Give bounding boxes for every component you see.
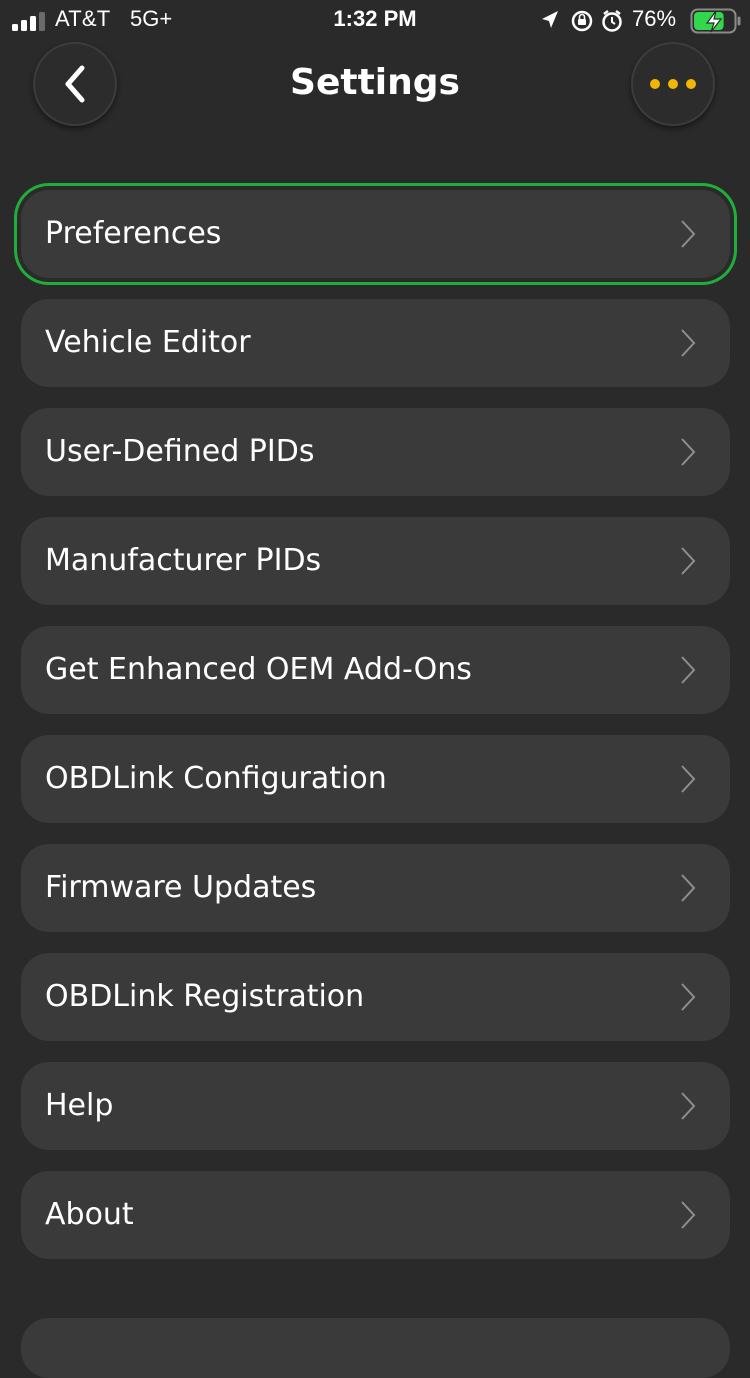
menu-item-firmware-updates[interactable]: Firmware Updates (21, 844, 730, 932)
chevron-right-icon (681, 220, 696, 248)
menu-item-label: OBDLink Registration (45, 979, 365, 1014)
orientation-lock-icon (571, 10, 593, 32)
chevron-right-icon (681, 656, 696, 684)
chevron-right-icon (681, 1201, 696, 1229)
menu-item-about[interactable]: About (21, 1171, 730, 1259)
chevron-right-icon (681, 765, 696, 793)
chevron-right-icon (681, 438, 696, 466)
more-options-button[interactable] (631, 42, 715, 126)
menu-item-obdlink-configuration[interactable]: OBDLink Configuration (21, 735, 730, 823)
status-icons (542, 10, 622, 32)
menu-item-partial[interactable] (21, 1318, 730, 1378)
menu-item-manufacturer-pids[interactable]: Manufacturer PIDs (21, 517, 730, 605)
menu-item-label: Vehicle Editor (45, 325, 251, 360)
chevron-right-icon (681, 547, 696, 575)
chevron-right-icon (681, 983, 696, 1011)
location-icon (542, 11, 558, 28)
menu-item-preferences[interactable]: Preferences (21, 190, 730, 278)
page-title: Settings (290, 62, 460, 103)
menu-item-label: About (45, 1197, 134, 1232)
menu-item-label: User-Defined PIDs (45, 434, 315, 469)
menu-item-enhanced-oem-add-ons[interactable]: Get Enhanced OEM Add-Ons (21, 626, 730, 714)
menu-item-user-defined-pids[interactable]: User-Defined PIDs (21, 408, 730, 496)
menu-item-help[interactable]: Help (21, 1062, 730, 1150)
chevron-right-icon (681, 874, 696, 902)
ellipsis-icon (650, 79, 696, 89)
alarm-icon (602, 10, 622, 32)
battery-charging-icon (690, 8, 741, 34)
menu-item-label: Get Enhanced OEM Add-Ons (45, 652, 472, 687)
menu-item-obdlink-registration[interactable]: OBDLink Registration (21, 953, 730, 1041)
menu-item-vehicle-editor[interactable]: Vehicle Editor (21, 299, 730, 387)
menu-item-label: Manufacturer PIDs (45, 543, 322, 578)
menu-item-label: Help (45, 1088, 114, 1123)
status-bar: AT&T 5G+ 1:32 PM 76% (0, 0, 750, 40)
chevron-left-icon (65, 65, 85, 103)
chevron-right-icon (681, 1092, 696, 1120)
back-button[interactable] (33, 42, 117, 126)
menu-item-label: Firmware Updates (45, 870, 317, 905)
menu-item-label: Preferences (45, 216, 222, 251)
menu-item-label: OBDLink Configuration (45, 761, 387, 796)
chevron-right-icon (681, 329, 696, 357)
battery-percent: 76% (632, 6, 677, 31)
